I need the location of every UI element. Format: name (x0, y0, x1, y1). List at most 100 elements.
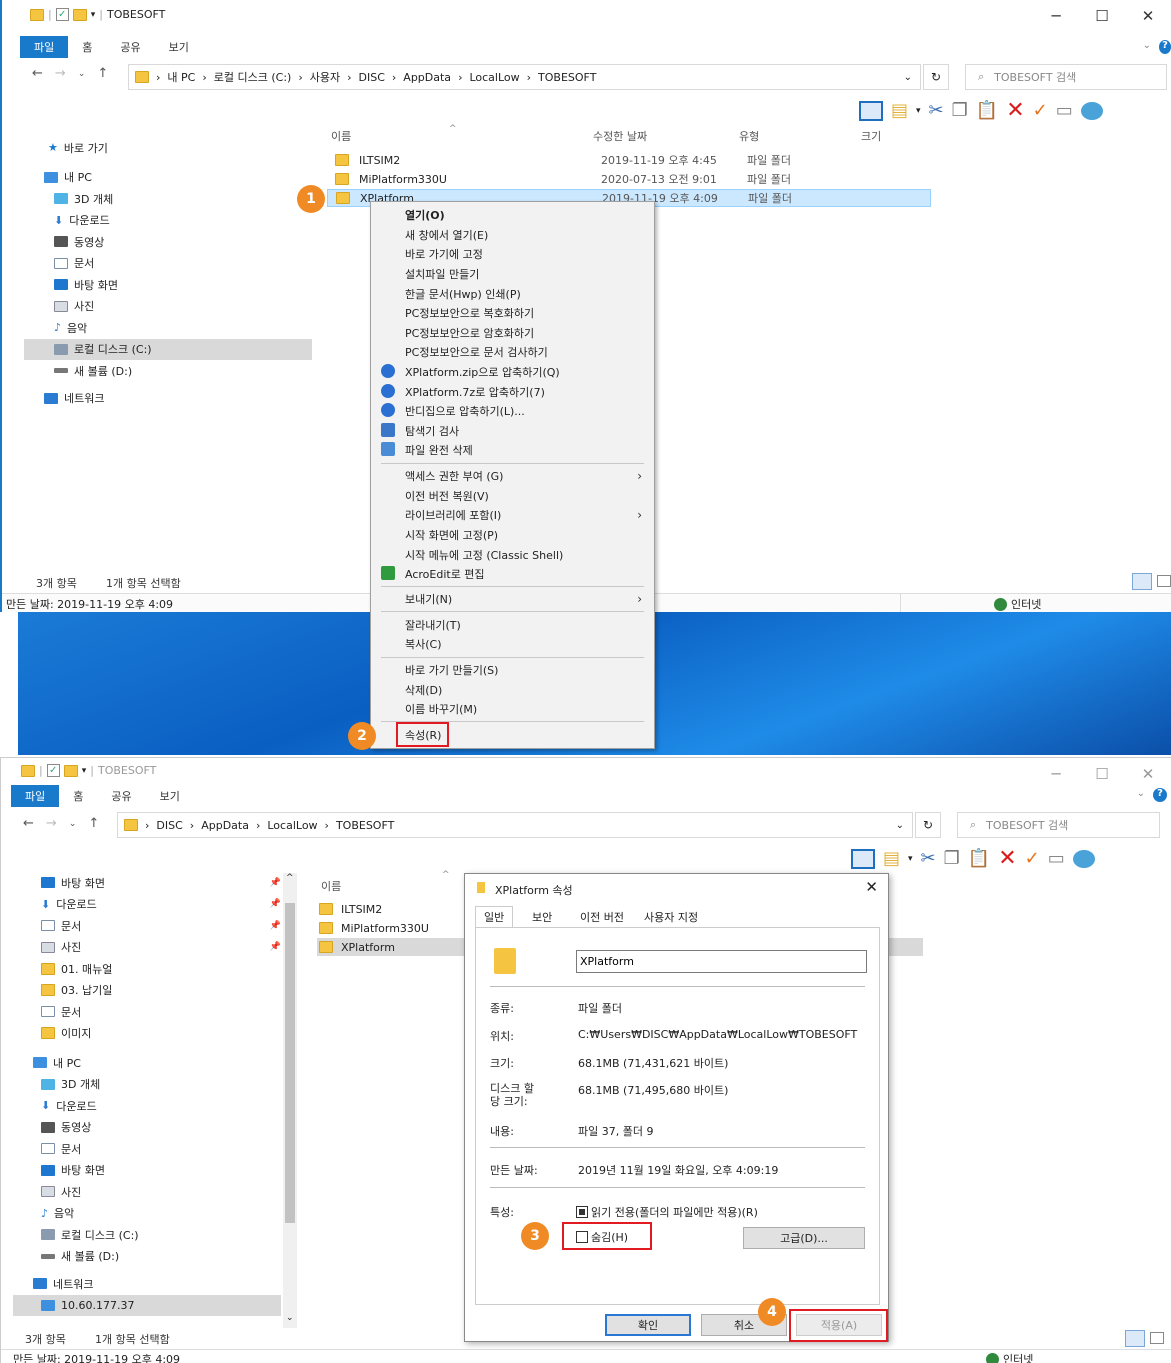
maximize-button[interactable]: ☐ (1079, 2, 1125, 30)
large-icons-view-icon[interactable] (1157, 575, 1171, 587)
copy-icon[interactable]: ❐ (952, 100, 968, 121)
forward-icon[interactable]: → (46, 816, 57, 831)
menu-item[interactable]: 새 창에서 열기(E) (371, 225, 654, 244)
tree-item[interactable]: ⬇ 다운로드 (32, 210, 312, 232)
minimize-button[interactable]: ─ (1033, 760, 1079, 788)
tree-item[interactable]: 새 볼륨 (D:) (32, 360, 312, 382)
properties-icon[interactable]: ▤ (883, 848, 900, 869)
breadcrumb[interactable]: AppData (201, 819, 249, 832)
breadcrumb[interactable]: DISC (156, 819, 182, 832)
search-input[interactable]: ⌕ TOBESOFT 검색 (957, 812, 1160, 838)
help-icon[interactable]: ? (1153, 788, 1167, 802)
tree-item[interactable]: 네트워크 (32, 388, 312, 410)
tree-item[interactable]: 동영상 (32, 231, 312, 253)
menu-item[interactable]: 탐색기 검사 (371, 421, 654, 440)
tree-item[interactable]: 바탕 화면 (13, 1160, 281, 1182)
tree-item[interactable]: 로컬 디스크 (C:) (13, 1224, 281, 1246)
tree-item-selected[interactable]: 로컬 디스크 (C:) (24, 338, 312, 360)
column-header-name[interactable]: 이름 (331, 128, 351, 144)
pin-icon[interactable]: 📌 (270, 899, 281, 909)
details-view-icon[interactable] (1125, 1330, 1145, 1347)
properties-check-icon[interactable]: ✓ (55, 8, 69, 21)
tree-item[interactable]: 내 PC (13, 1052, 281, 1074)
scroll-up-icon[interactable]: ^ (286, 873, 294, 883)
tree-item[interactable]: 01. 매뉴얼 (13, 958, 281, 980)
back-icon[interactable]: ← (32, 66, 43, 81)
tree-item[interactable]: 바탕 화면 (32, 274, 312, 296)
menu-item[interactable]: AcroEdit로 편집 (371, 564, 654, 583)
table-row[interactable]: MiPlatform330U 2020-07-13 오전 9:01 파일 폴더 (327, 170, 931, 188)
tab-view[interactable]: 보기 (146, 785, 194, 807)
menu-item[interactable]: 시작 화면에 고정(P) (371, 525, 654, 544)
column-header-type[interactable]: 유형 (739, 128, 759, 144)
pane-icon[interactable] (851, 848, 875, 869)
customize-dropdown-icon[interactable]: ▾ (82, 766, 87, 776)
menu-item[interactable]: 바로 가기 만들기(S) (371, 660, 654, 679)
menu-item-submenu[interactable]: 라이브러리에 포함(I) › (371, 505, 654, 524)
column-header-name[interactable]: 이름 (321, 878, 341, 894)
globe-icon[interactable] (1072, 849, 1095, 868)
breadcrumb[interactable]: LocalLow (469, 71, 519, 84)
refresh-button[interactable]: ↻ (923, 64, 949, 90)
tree-item[interactable]: ⬇ 다운로드 📌 (13, 894, 281, 916)
breadcrumb[interactable]: AppData (403, 71, 451, 84)
up-icon[interactable]: ↑ (97, 66, 108, 81)
folder-name-input[interactable] (576, 950, 867, 973)
minimize-button[interactable]: ─ (1033, 2, 1079, 30)
menu-item[interactable]: 이름 바꾸기(M) (371, 699, 654, 718)
refresh-button[interactable]: ↻ (915, 812, 941, 838)
pane-icon[interactable] (859, 100, 883, 121)
scroll-down-icon[interactable]: ⌄ (286, 1313, 294, 1323)
tree-item[interactable]: 문서 (13, 1001, 281, 1023)
address-dropdown-icon[interactable]: ⌄ (896, 820, 904, 831)
rename-check-icon[interactable]: ✓ (1025, 848, 1040, 869)
table-row[interactable]: ILTSIM2 (319, 900, 382, 918)
help-icon[interactable]: ? (1159, 40, 1171, 54)
recent-dropdown-icon[interactable]: ⌄ (69, 816, 77, 831)
copy-icon[interactable]: ❐ (944, 848, 960, 869)
maximize-button[interactable]: ☐ (1079, 760, 1125, 788)
new-folder-icon[interactable] (63, 764, 78, 777)
search-input[interactable]: ⌕ TOBESOFT 검색 (965, 64, 1167, 90)
readonly-checkbox[interactable]: 읽기 전용(폴더의 파일에만 적용)(R) (576, 1204, 758, 1220)
column-header-date[interactable]: 수정한 날짜 (593, 128, 647, 144)
tree-item[interactable]: 내 PC (32, 167, 312, 189)
breadcrumb[interactable]: TOBESOFT (538, 71, 596, 84)
menu-item[interactable]: PC정보보안으로 문서 검사하기 (371, 342, 654, 361)
address-bar[interactable]: › 내 PC › 로컬 디스크 (C:) › 사용자 › DISC › AppData ›… (128, 64, 921, 90)
close-button[interactable]: ✕ (1125, 760, 1171, 788)
pin-icon[interactable]: 📌 (270, 942, 281, 952)
breadcrumb[interactable]: 사용자 (310, 69, 340, 85)
tab-view[interactable]: 보기 (155, 36, 203, 58)
large-icons-view-icon[interactable] (1150, 1332, 1164, 1344)
close-button[interactable]: ✕ (1125, 2, 1171, 30)
breadcrumb[interactable]: LocalLow (267, 819, 317, 832)
paste-icon[interactable]: 📋 (968, 848, 990, 869)
pin-icon[interactable]: 📌 (270, 921, 281, 931)
recent-dropdown-icon[interactable]: ⌄ (78, 66, 86, 81)
dialog-close-button[interactable]: ✕ (865, 878, 878, 896)
scrollbar-thumb[interactable] (285, 903, 295, 1223)
tree-item[interactable]: 바탕 화면 📌 (13, 872, 281, 894)
menu-item[interactable]: PC정보보안으로 암호화하기 (371, 323, 654, 342)
tree-item[interactable]: 3D 개체 (13, 1074, 281, 1096)
breadcrumb[interactable]: 로컬 디스크 (C:) (214, 69, 292, 85)
tab-share[interactable]: 공유 (97, 785, 145, 807)
tab-home[interactable]: 홈 (68, 36, 106, 58)
tree-item[interactable]: 문서 (13, 1138, 281, 1160)
menu-item[interactable]: 시작 메뉴에 고정 (Classic Shell) (371, 545, 654, 564)
paste-icon[interactable]: 📋 (976, 100, 998, 121)
menu-item-submenu[interactable]: 액세스 권한 부여 (G) › (371, 466, 654, 485)
menu-item[interactable]: XPlatform.7z로 압축하기(7) (371, 382, 654, 401)
tab-general[interactable]: 일반 (475, 906, 514, 928)
tree-item[interactable]: 사진 📌 (13, 937, 281, 959)
menu-item[interactable]: XPlatform.zip으로 압축하기(Q) (371, 362, 654, 381)
address-dropdown-icon[interactable]: ⌄ (904, 72, 912, 83)
advanced-button[interactable]: 고급(D)... (743, 1227, 865, 1249)
tree-item[interactable]: 문서 (32, 253, 312, 275)
tree-item[interactable]: 네트워크 (13, 1273, 281, 1295)
menu-item[interactable]: 파일 완전 삭제 (371, 440, 654, 459)
tree-item[interactable]: ★ 바로 가기 (32, 137, 312, 159)
tab-customize[interactable]: 사용자 지정 (635, 906, 707, 928)
menu-item[interactable]: 바로 가기에 고정 (371, 244, 654, 263)
